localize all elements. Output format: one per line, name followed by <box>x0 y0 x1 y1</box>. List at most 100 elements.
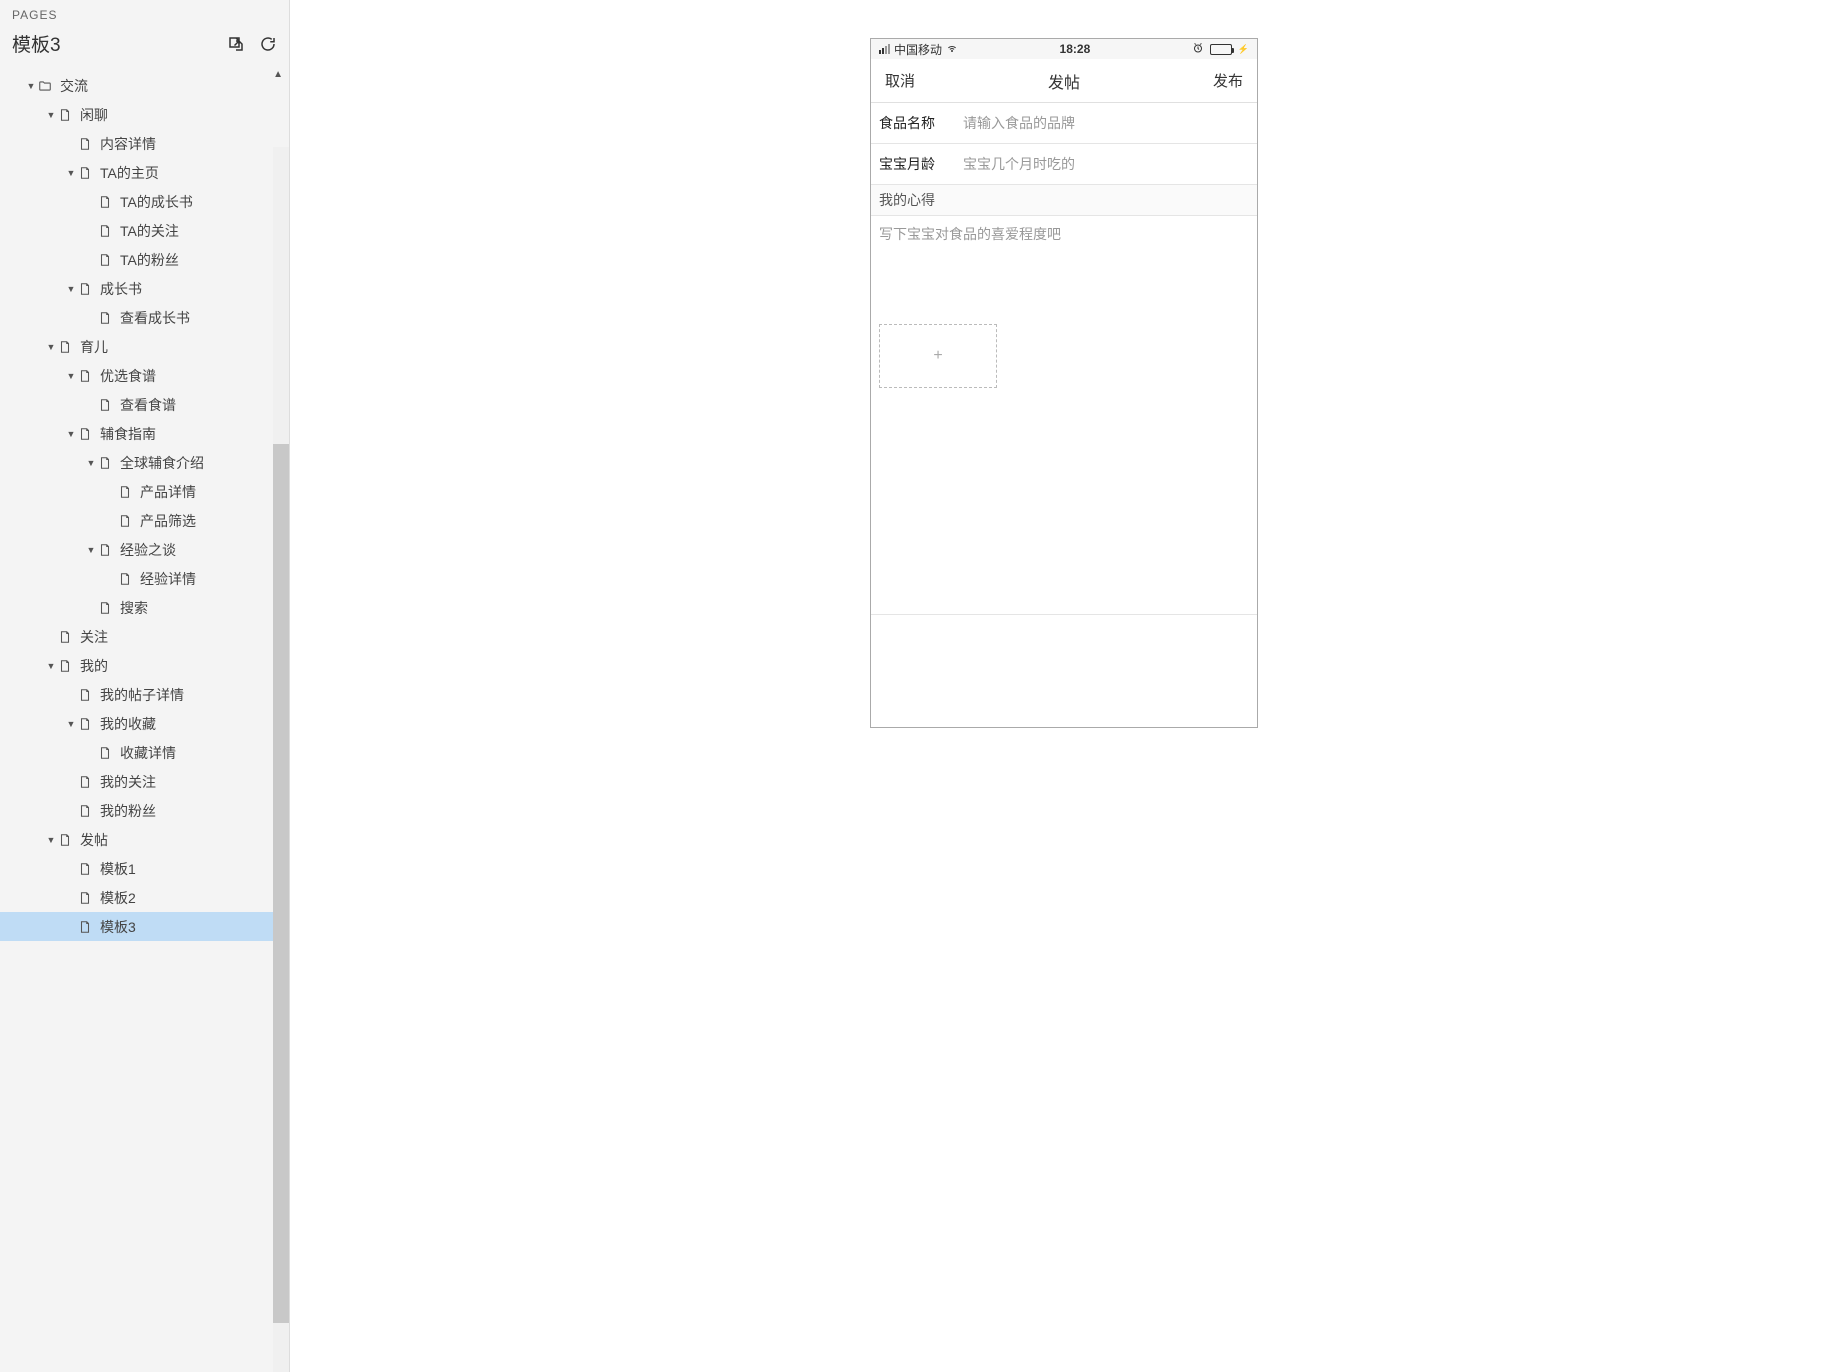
add-image-button[interactable]: + <box>879 324 997 388</box>
refresh-icon[interactable] <box>259 35 277 53</box>
tree-item[interactable]: 产品筛选 <box>0 506 289 535</box>
tree-item-label: 成长书 <box>100 279 142 299</box>
tree-item[interactable]: ▼ 发帖 <box>0 825 289 854</box>
tree-item[interactable]: 产品详情 <box>0 477 289 506</box>
tree-item[interactable]: TA的关注 <box>0 216 289 245</box>
caret-icon[interactable]: ▼ <box>64 719 78 729</box>
tree-item[interactable]: 模板2 <box>0 883 289 912</box>
baby-age-label: 宝宝月龄 <box>879 154 963 174</box>
tree-item[interactable]: 我的帖子详情 <box>0 680 289 709</box>
content-placeholder: 写下宝宝对食品的喜爱程度吧 <box>879 224 1249 244</box>
tree-item-label: 育儿 <box>80 337 108 357</box>
signal-icon <box>879 44 890 54</box>
tree-item-label: 辅食指南 <box>100 424 156 444</box>
time-label: 18:28 <box>1060 42 1091 56</box>
carrier-label: 中国移动 <box>894 41 942 58</box>
tree-item[interactable]: ▼ 我的 <box>0 651 289 680</box>
tree-item-label: 模板1 <box>100 859 136 879</box>
tree-item-label: 经验之谈 <box>120 540 176 560</box>
phone-mockup: 中国移动 18:28 ⚡ 取消 发帖 发布 食品名称 请输入食品的品牌 <box>870 38 1258 728</box>
status-bar: 中国移动 18:28 ⚡ <box>871 39 1257 59</box>
experience-header: 我的心得 <box>871 185 1257 216</box>
caret-icon[interactable]: ▼ <box>64 371 78 381</box>
tree-item-label: 我的 <box>80 656 108 676</box>
title-row: 模板3 <box>0 26 289 67</box>
caret-icon[interactable]: ▼ <box>64 168 78 178</box>
caret-icon[interactable]: ▼ <box>44 835 58 845</box>
food-name-input[interactable]: 请输入食品的品牌 <box>963 113 1075 133</box>
caret-icon[interactable]: ▼ <box>84 545 98 555</box>
cancel-button[interactable]: 取消 <box>885 70 915 91</box>
charging-icon: ⚡ <box>1238 44 1249 55</box>
tree-item-label: 全球辅食介绍 <box>120 453 204 473</box>
tree-item-label: 发帖 <box>80 830 108 850</box>
tree-item[interactable]: 收藏详情 <box>0 738 289 767</box>
tree-item-label: 搜索 <box>120 598 148 618</box>
tree-item[interactable]: TA的成长书 <box>0 187 289 216</box>
tree-item[interactable]: ▼ 辅食指南 <box>0 419 289 448</box>
caret-icon[interactable]: ▼ <box>44 110 58 120</box>
food-name-label: 食品名称 <box>879 113 963 133</box>
food-name-row[interactable]: 食品名称 请输入食品的品牌 <box>871 103 1257 144</box>
canvas: 中国移动 18:28 ⚡ 取消 发帖 发布 食品名称 请输入食品的品牌 <box>290 0 1838 1372</box>
caret-icon[interactable]: ▼ <box>84 458 98 468</box>
battery-icon <box>1210 44 1232 55</box>
tree-item-label: 优选食谱 <box>100 366 156 386</box>
tree-item[interactable]: ▼闲聊 <box>0 100 289 129</box>
tree-item[interactable]: ▼ 经验之谈 <box>0 535 289 564</box>
tree-item[interactable]: 经验详情 <box>0 564 289 593</box>
wifi-icon <box>946 42 958 57</box>
baby-age-row[interactable]: 宝宝月龄 宝宝几个月时吃的 <box>871 144 1257 185</box>
tree-item[interactable]: ▼ 成长书 <box>0 274 289 303</box>
tree-item-label: 我的收藏 <box>100 714 156 734</box>
tree-item[interactable]: 查看食谱 <box>0 390 289 419</box>
page-title: 模板3 <box>12 30 61 57</box>
scroll-up-arrow[interactable]: ▲ <box>273 69 283 80</box>
tree-item[interactable]: ▼ 优选食谱 <box>0 361 289 390</box>
tree-item-label: TA的主页 <box>100 163 159 183</box>
tree-item-label: 产品详情 <box>140 482 196 502</box>
tree-item[interactable]: ▼ 育儿 <box>0 332 289 361</box>
baby-age-input[interactable]: 宝宝几个月时吃的 <box>963 154 1075 174</box>
tree-item[interactable]: 查看成长书 <box>0 303 289 332</box>
title-actions <box>227 35 277 53</box>
tree-item[interactable]: 我的关注 <box>0 767 289 796</box>
tree-item[interactable]: TA的粉丝 <box>0 245 289 274</box>
tree-item[interactable]: ▼交流 <box>0 71 289 100</box>
tree-item[interactable]: 我的粉丝 <box>0 796 289 825</box>
status-left: 中国移动 <box>879 41 958 58</box>
tree-item-label: 模板3 <box>100 917 136 937</box>
tree-item-label: TA的成长书 <box>120 192 193 212</box>
caret-icon[interactable]: ▼ <box>24 81 38 91</box>
tree-item[interactable]: 模板1 <box>0 854 289 883</box>
tree-item-label: 我的粉丝 <box>100 801 156 821</box>
tree-item-label: 模板2 <box>100 888 136 908</box>
tree-item-label: 内容详情 <box>100 134 156 154</box>
tree-item[interactable]: ▼ TA的主页 <box>0 158 289 187</box>
export-icon[interactable] <box>227 35 245 53</box>
status-right: ⚡ <box>1192 42 1249 57</box>
tree-item[interactable]: 关注 <box>0 622 289 651</box>
tree-item[interactable]: ▼ 我的收藏 <box>0 709 289 738</box>
caret-icon[interactable]: ▼ <box>44 661 58 671</box>
bottom-area <box>871 615 1257 727</box>
nav-bar: 取消 发帖 发布 <box>871 59 1257 103</box>
tree-item-label: 经验详情 <box>140 569 196 589</box>
publish-button[interactable]: 发布 <box>1213 70 1243 91</box>
tree-item-label: TA的关注 <box>120 221 179 241</box>
caret-icon[interactable]: ▼ <box>64 429 78 439</box>
content-area[interactable]: 写下宝宝对食品的喜爱程度吧 + <box>871 216 1257 615</box>
alarm-icon <box>1192 42 1204 57</box>
tree-item[interactable]: 搜索 <box>0 593 289 622</box>
scrollbar-track[interactable] <box>273 147 289 1372</box>
scrollbar-thumb[interactable] <box>273 444 289 1323</box>
tree-item[interactable]: ▼ 全球辅食介绍 <box>0 448 289 477</box>
caret-icon[interactable]: ▼ <box>44 342 58 352</box>
tree-item-label: 收藏详情 <box>120 743 176 763</box>
tree-container: ▲ ▼交流▼闲聊内容详情 ▼ TA的主页 TA的成长书 TA的关注 TA的粉丝 ▼ 成长书查看… <box>0 67 289 1372</box>
caret-icon[interactable]: ▼ <box>64 284 78 294</box>
tree-item-label: 关注 <box>80 627 108 647</box>
tree-item[interactable]: 模板3 <box>0 912 289 941</box>
plus-icon: + <box>933 347 942 365</box>
tree-item[interactable]: 内容详情 <box>0 129 289 158</box>
